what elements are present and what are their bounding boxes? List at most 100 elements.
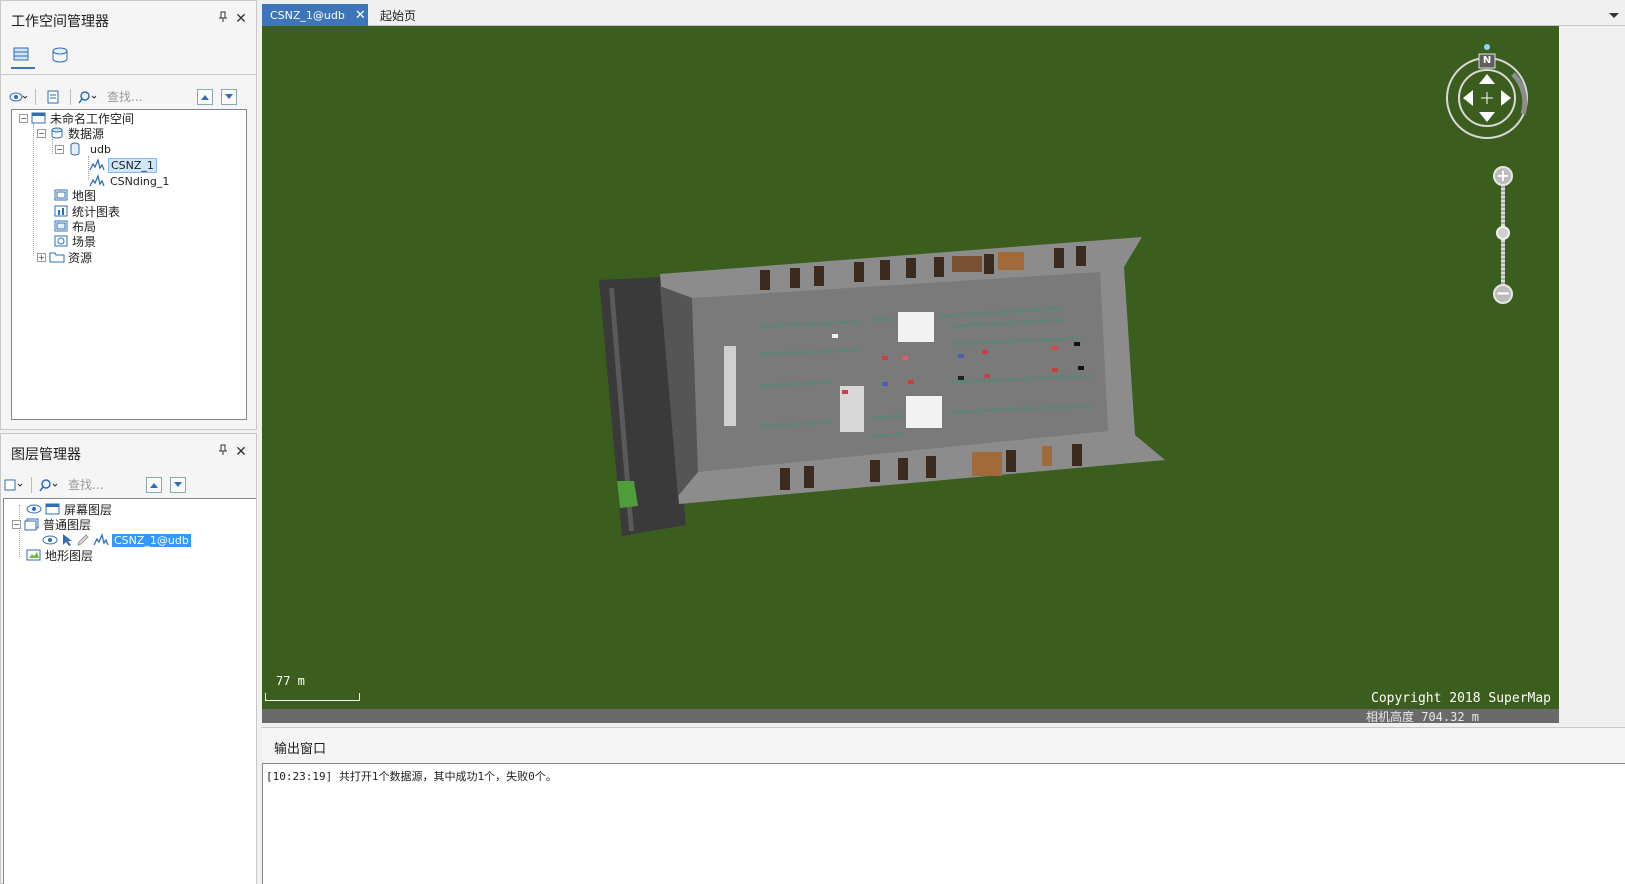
tree-item-resources[interactable]: + 资源 — [37, 249, 92, 265]
tab-label: CSNZ_1@udb — [270, 8, 345, 22]
tab-label: 起始页 — [380, 8, 417, 23]
move-down-icon[interactable] — [170, 477, 186, 493]
tree-guide — [33, 124, 34, 256]
folder-icon — [49, 252, 65, 263]
move-up-icon[interactable] — [146, 477, 162, 493]
pin-icon[interactable] — [215, 444, 231, 460]
tree-label: 普通图层 — [43, 517, 92, 532]
scale-bar — [265, 693, 360, 701]
collapse-icon[interactable]: − — [55, 144, 64, 154]
collapse-icon[interactable]: − — [37, 128, 46, 138]
scene-status-bar: 相机高度 704.32 m — [262, 709, 1559, 724]
datasource-tab-icon[interactable] — [11, 45, 35, 69]
terrain-layer-icon — [26, 549, 41, 561]
document-icon[interactable] — [42, 87, 64, 107]
toolbar-separator — [31, 477, 32, 493]
zoom-slider[interactable]: + − — [1493, 166, 1513, 304]
expand-icon[interactable]: + — [37, 252, 46, 262]
tree-item-dataset-csnz[interactable]: CSNZ_1 — [89, 157, 157, 173]
chart-dataset-icon — [93, 533, 109, 546]
search-icon[interactable] — [77, 87, 99, 107]
app-window: 工作空间管理器 ✕ 查找... − 未命名工作空间 − 数据源 − udb CS… — [0, 0, 1625, 884]
search-input[interactable] — [64, 475, 138, 495]
pin-icon[interactable] — [215, 11, 231, 27]
selectable-icon[interactable] — [61, 533, 73, 547]
panel-title: 图层管理器 — [11, 447, 81, 463]
search-input[interactable] — [103, 87, 185, 107]
editable-icon[interactable] — [76, 533, 90, 547]
document-tab-bar: CSNZ_1@udb ✕ 起始页 — [262, 0, 1625, 26]
move-down-icon[interactable] — [221, 89, 237, 105]
workspace-toolbar — [7, 85, 248, 109]
move-up-icon[interactable] — [197, 89, 213, 105]
roof-block — [724, 346, 736, 426]
scene-viewport[interactable]: N + − 77 m Copyright 2018 SuperMap — [262, 26, 1559, 709]
output-log-line: [10:23:19] 共打开1个数据源，其中成功1个，失败0个。 — [266, 770, 557, 783]
compass-north-label: N — [1482, 55, 1492, 66]
chart-icon — [54, 205, 68, 217]
output-window-header: 输出窗口 — [262, 727, 1625, 763]
tab-list-dropdown-icon[interactable] — [1609, 8, 1619, 18]
copyright-text: Copyright 2018 SuperMap — [1371, 691, 1552, 706]
scene-model — [599, 237, 1165, 536]
top-bay-wood — [998, 252, 1024, 270]
bottom-bay-wood — [972, 452, 1002, 476]
toolbar-separator — [35, 89, 36, 105]
workspace-icon — [31, 112, 46, 124]
zoom-out-button[interactable]: − — [1493, 284, 1513, 304]
layout-icon — [54, 220, 68, 232]
scene-icon — [54, 235, 68, 247]
layer-manager-panel: 图层管理器 ✕ 屏幕图层 — [0, 433, 257, 884]
layer-tree: 屏幕图层 − 普通图层 CSNZ_1@udb 地形图层 — [3, 498, 256, 884]
toolbar-separator — [70, 89, 71, 105]
top-bay-wood — [952, 256, 982, 272]
eye-icon[interactable] — [26, 503, 42, 515]
divider — [1, 74, 256, 75]
close-icon[interactable]: ✕ — [233, 444, 249, 460]
close-icon[interactable]: ✕ — [355, 8, 366, 23]
tree-label: 场景 — [72, 234, 97, 249]
map-icon — [54, 189, 68, 201]
collapse-icon[interactable]: − — [19, 113, 28, 123]
scale-text: 77 m — [276, 674, 305, 688]
layer-item-terrain[interactable]: 地形图层 — [26, 547, 93, 563]
screen-layer-icon — [45, 503, 60, 515]
roof-block — [906, 396, 942, 428]
tab-start-page[interactable]: 起始页 — [372, 4, 424, 26]
layer-item-normal[interactable]: − 普通图层 — [12, 516, 91, 532]
tree-item-maps[interactable]: 地图 — [53, 187, 96, 203]
zoom-in-button[interactable]: + — [1493, 166, 1513, 186]
eye-icon[interactable] — [42, 534, 58, 546]
layer-toolbar — [3, 473, 248, 497]
chart-dataset-icon — [89, 158, 105, 171]
add-layer-icon[interactable] — [3, 475, 25, 495]
tree-label: 地图 — [72, 188, 97, 203]
tree-label: CSNding_1 — [110, 174, 170, 188]
panel-title: 工作空间管理器 — [11, 14, 109, 30]
output-window-body[interactable]: [10:23:19] 共打开1个数据源，其中成功1个，失败0个。 — [262, 763, 1625, 884]
scene-right-border — [1559, 26, 1625, 723]
tree-item-scenes[interactable]: 场景 — [53, 233, 96, 249]
workspace-tree: − 未命名工作空间 − 数据源 − udb CSNZ_1 CSNding_1 地… — [11, 109, 247, 420]
tree-label: CSNZ_1@udb — [112, 533, 191, 547]
zoom-handle[interactable] — [1496, 226, 1510, 240]
open-workspace-icon[interactable] — [7, 87, 29, 107]
camera-height-text: 相机高度 704.32 m — [1366, 710, 1480, 724]
search-icon[interactable] — [38, 475, 60, 495]
tree-label: 数据源 — [68, 126, 105, 141]
datasources-icon — [51, 127, 63, 139]
database-icon — [70, 142, 80, 156]
tab-csnz-scene[interactable]: CSNZ_1@udb ✕ — [262, 4, 368, 26]
close-icon[interactable]: ✕ — [233, 11, 249, 27]
layer-group-icon — [24, 518, 39, 531]
navigation-compass[interactable]: N — [1443, 44, 1533, 144]
roof-block — [898, 312, 934, 342]
tree-item-dataset-csnding[interactable]: CSNding_1 — [89, 173, 169, 189]
collapse-icon[interactable]: − — [12, 519, 21, 529]
tree-item-udb[interactable]: − udb — [55, 141, 111, 157]
tree-label: 资源 — [68, 250, 93, 265]
tree-item-datasources[interactable]: − 数据源 — [37, 125, 104, 141]
tree-label: 地形图层 — [45, 548, 94, 563]
workspace-manager-panel: 工作空间管理器 ✕ 查找... − 未命名工作空间 − 数据源 − udb CS… — [0, 0, 257, 430]
scene-tab-icon[interactable] — [49, 45, 73, 69]
